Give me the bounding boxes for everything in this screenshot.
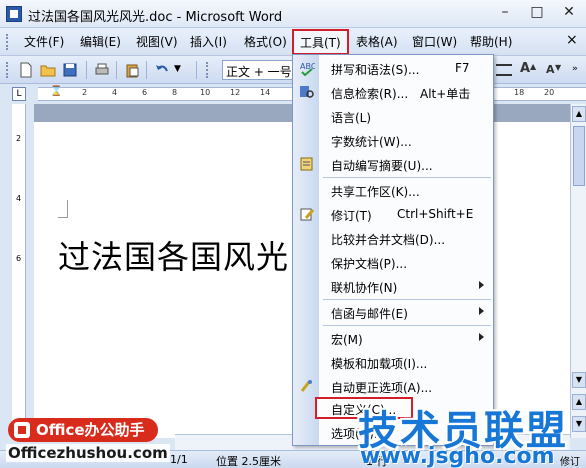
menu-edit[interactable]: 编辑(E) xyxy=(80,33,121,51)
menu-window[interactable]: 窗口(W) xyxy=(412,33,457,51)
track-changes-icon xyxy=(300,208,315,221)
ruler-number: 20 xyxy=(544,88,555,97)
menu-table[interactable]: 表格(A) xyxy=(356,33,398,51)
menu-view[interactable]: 视图(V) xyxy=(136,33,178,51)
tab-selector[interactable]: L xyxy=(12,87,26,101)
menu-item-language[interactable]: 语言(L) xyxy=(293,105,493,127)
spellcheck-icon: ABC xyxy=(300,62,315,76)
menu-item-research[interactable]: 信息检索(R)... Alt+单击 xyxy=(293,81,493,103)
toolbar-separator xyxy=(196,61,197,79)
svg-text:ABC: ABC xyxy=(300,62,315,71)
print-icon[interactable] xyxy=(94,62,110,78)
ruler-number: 2 xyxy=(82,88,88,97)
tools-menu: ABC 拼写和语法(S)... F7 信息检索(R)... Alt+单击 语言(… xyxy=(292,54,494,446)
scroll-up-arrow-icon[interactable]: ▲ xyxy=(572,106,586,122)
menu-item-spelling-grammar[interactable]: ABC 拼写和语法(S)... F7 xyxy=(293,57,493,79)
menu-bar: 文件(F) 编辑(E) 视图(V) 插入(I) 格式(O) 工具(T) 表格(A… xyxy=(0,28,586,56)
office-site-watermark: Officezhushou.com xyxy=(6,444,170,462)
menu-item-protect-document[interactable]: 保护文档(P)... xyxy=(293,251,493,273)
minimize-button[interactable]: – xyxy=(490,2,520,24)
ruler-number: 14 xyxy=(260,88,271,97)
previous-page-icon[interactable]: ▲ xyxy=(572,394,586,410)
menu-separator xyxy=(323,325,491,326)
shrink-font-icon[interactable]: A xyxy=(546,63,555,76)
submenu-arrow-icon xyxy=(479,281,484,289)
toolbar-separator xyxy=(116,61,117,79)
style-combobox[interactable]: 正文 + 一号 xyxy=(222,60,294,80)
vruler-number: 2 xyxy=(16,134,22,143)
title-bar: 过法国各国风光风光.doc - Microsoft Word – □ ✕ xyxy=(0,0,586,28)
toolbar-separator xyxy=(146,61,147,79)
status-position: 位置 2.5厘米 xyxy=(216,455,281,468)
grow-font-icon[interactable]: A xyxy=(520,61,530,76)
menu-help[interactable]: 帮助(H) xyxy=(470,33,512,51)
research-icon xyxy=(300,86,314,98)
menu-item-autocorrect-options[interactable]: 自动更正选项(A)... xyxy=(293,375,493,397)
jsgho-url-watermark: www.jsgho.com xyxy=(360,444,555,468)
vruler-number: 6 xyxy=(16,254,22,263)
close-button[interactable]: ✕ xyxy=(554,2,584,24)
ruler-number: 6 xyxy=(142,88,148,97)
menu-item-autosummarize[interactable]: 自动编写摘要(U)... xyxy=(293,153,493,175)
ruler-number: 18 xyxy=(514,88,525,97)
submenu-arrow-icon xyxy=(479,333,484,341)
menubar-grip-handle[interactable] xyxy=(6,34,10,50)
toolbar-grip-handle[interactable] xyxy=(6,62,10,78)
ruler-number: 8 xyxy=(172,88,178,97)
open-folder-icon[interactable] xyxy=(40,62,56,78)
maximize-button[interactable]: □ xyxy=(522,2,552,24)
formatting-toolbar-grip-handle[interactable] xyxy=(206,62,210,78)
menu-tools[interactable]: 工具(T) xyxy=(292,29,349,55)
menu-file[interactable]: 文件(F) xyxy=(24,33,64,51)
paste-icon[interactable] xyxy=(124,62,140,78)
menu-item-macro[interactable]: 宏(M) xyxy=(293,327,493,349)
new-document-icon[interactable] xyxy=(18,62,34,78)
menu-separator xyxy=(323,177,491,178)
menu-item-online-collaboration[interactable]: 联机协作(N) xyxy=(293,275,493,297)
submenu-arrow-icon xyxy=(479,307,484,315)
vertical-ruler[interactable]: 2 4 6 xyxy=(12,104,26,434)
document-text[interactable]: 过法国各国风光 xyxy=(58,232,289,278)
status-page-of: 1/1 xyxy=(170,453,188,466)
office-watermark-text: Office办公助手 xyxy=(36,421,145,439)
menu-item-shared-workspace[interactable]: 共享工作区(K)... xyxy=(293,179,493,201)
save-icon[interactable] xyxy=(62,62,78,78)
office-assistant-watermark: Office办公助手 xyxy=(8,418,158,442)
menu-item-templates-addins[interactable]: 模板和加载项(I)... xyxy=(293,351,493,373)
grow-font-arrow-icon: ▲ xyxy=(530,62,537,71)
word-document-icon[interactable] xyxy=(6,6,22,22)
menu-item-letters-mailings[interactable]: 信函与邮件(E) xyxy=(293,301,493,323)
vertical-scroll-thumb[interactable] xyxy=(573,126,585,186)
menu-insert[interactable]: 插入(I) xyxy=(190,33,227,51)
toolbar-options-chevron-icon[interactable]: » xyxy=(572,64,578,74)
menu-item-compare-merge[interactable]: 比较并合并文档(D)... xyxy=(293,227,493,249)
office-logo-icon xyxy=(14,422,30,438)
undo-icon[interactable] xyxy=(154,62,170,78)
scroll-down-arrow-icon[interactable]: ▼ xyxy=(572,372,586,388)
ruler-number: 10 xyxy=(200,88,211,97)
close-document-icon[interactable]: × xyxy=(566,31,578,49)
menu-item-track-changes[interactable]: 修订(T) Ctrl+Shift+E xyxy=(293,203,493,225)
undo-dropdown-chevron-down-icon[interactable]: ▼ xyxy=(174,64,190,80)
indent-marker-icon[interactable]: ⌛ xyxy=(50,86,62,97)
shrink-font-arrow-icon: ▼ xyxy=(555,63,562,72)
justify-icon[interactable] xyxy=(496,64,512,76)
autocorrect-icon xyxy=(300,380,312,392)
autosummarize-icon xyxy=(300,157,313,171)
toolbar-separator xyxy=(86,61,87,79)
vruler-number: 4 xyxy=(16,194,22,203)
ruler-number: 12 xyxy=(230,88,241,97)
menu-format[interactable]: 格式(O) xyxy=(244,33,287,51)
vertical-scrollbar[interactable]: ▲ ▼ ▲ ▼ xyxy=(570,104,586,438)
window-title: 过法国各国风光风光.doc - Microsoft Word xyxy=(28,10,283,25)
next-page-icon[interactable]: ▼ xyxy=(572,416,586,432)
menu-separator xyxy=(323,299,491,300)
menu-item-word-count[interactable]: 字数统计(W)... xyxy=(293,129,493,151)
ruler-number: 4 xyxy=(112,88,118,97)
text-boundary-corner-mark xyxy=(58,200,68,218)
